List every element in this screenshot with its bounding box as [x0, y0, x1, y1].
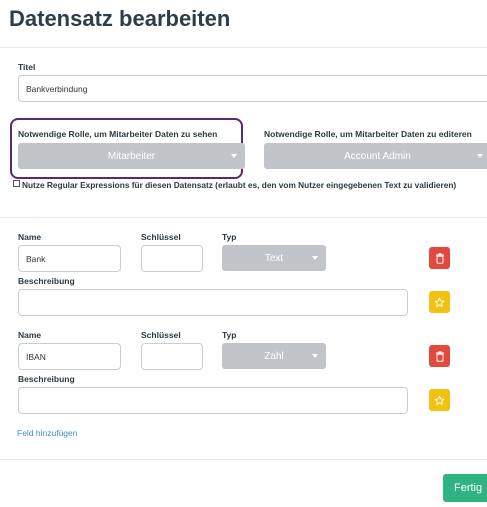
regex-checkbox[interactable]: [13, 180, 20, 187]
delete-field-button[interactable]: [429, 247, 450, 269]
field-name-label: Name: [18, 232, 42, 242]
field-name-value: Bank: [26, 253, 46, 264]
chevron-down-icon: [312, 256, 318, 260]
field-name-value: IBAN: [26, 351, 46, 362]
field-name-input[interactable]: IBAN: [18, 343, 121, 370]
favorite-field-button[interactable]: [429, 291, 450, 313]
page-title: Datensatz bearbeiten: [9, 6, 231, 31]
field-type-select[interactable]: Zahl: [222, 343, 326, 369]
footer-divider: [0, 459, 487, 460]
field-key-input[interactable]: [141, 343, 203, 370]
field-key-label: Schlüssel: [141, 330, 181, 340]
field-type-value: Text: [264, 252, 284, 264]
field-description-input[interactable]: [18, 289, 408, 316]
chevron-down-icon: [312, 354, 318, 358]
delete-field-button[interactable]: [429, 345, 450, 367]
edit-role-label: Notwendige Rolle, um Mitarbeiter Daten z…: [264, 129, 472, 139]
edit-role-value: Account Admin: [344, 150, 411, 162]
view-role-label: Notwendige Rolle, um Mitarbeiter Daten z…: [18, 129, 218, 139]
star-icon: [434, 297, 445, 307]
add-field-link[interactable]: Feld hinzufügen: [17, 428, 78, 438]
field-name-input[interactable]: Bank: [18, 245, 121, 272]
field-description-label: Beschreibung: [18, 374, 75, 384]
star-icon: [434, 395, 445, 405]
field-description-input[interactable]: [18, 387, 408, 414]
view-role-select[interactable]: Mitarbeiter: [18, 143, 245, 169]
favorite-field-button[interactable]: [429, 389, 450, 411]
view-role-value: Mitarbeiter: [107, 150, 156, 162]
field-type-label: Typ: [222, 232, 237, 242]
titel-input-value: Bankverbindung: [26, 83, 88, 94]
done-button[interactable]: Fertig: [443, 474, 487, 502]
trash-icon: [435, 350, 444, 362]
field-name-label: Name: [18, 330, 42, 340]
titel-label: Titel: [18, 62, 36, 72]
field-type-select[interactable]: Text: [222, 245, 326, 271]
section-divider: [0, 217, 487, 218]
titel-input[interactable]: Bankverbindung: [18, 75, 487, 102]
field-key-label: Schlüssel: [141, 232, 181, 242]
field-type-label: Typ: [222, 330, 237, 340]
field-key-input[interactable]: [141, 245, 203, 272]
regex-label: Nutze Regular Expressions für diesen Dat…: [22, 180, 457, 190]
chevron-down-icon: [231, 154, 237, 158]
edit-role-select[interactable]: Account Admin: [264, 143, 487, 169]
trash-icon: [435, 252, 444, 264]
chevron-down-icon: [477, 154, 483, 158]
field-type-value: Zahl: [264, 350, 284, 362]
field-description-label: Beschreibung: [18, 276, 75, 286]
header-divider: [0, 47, 487, 48]
